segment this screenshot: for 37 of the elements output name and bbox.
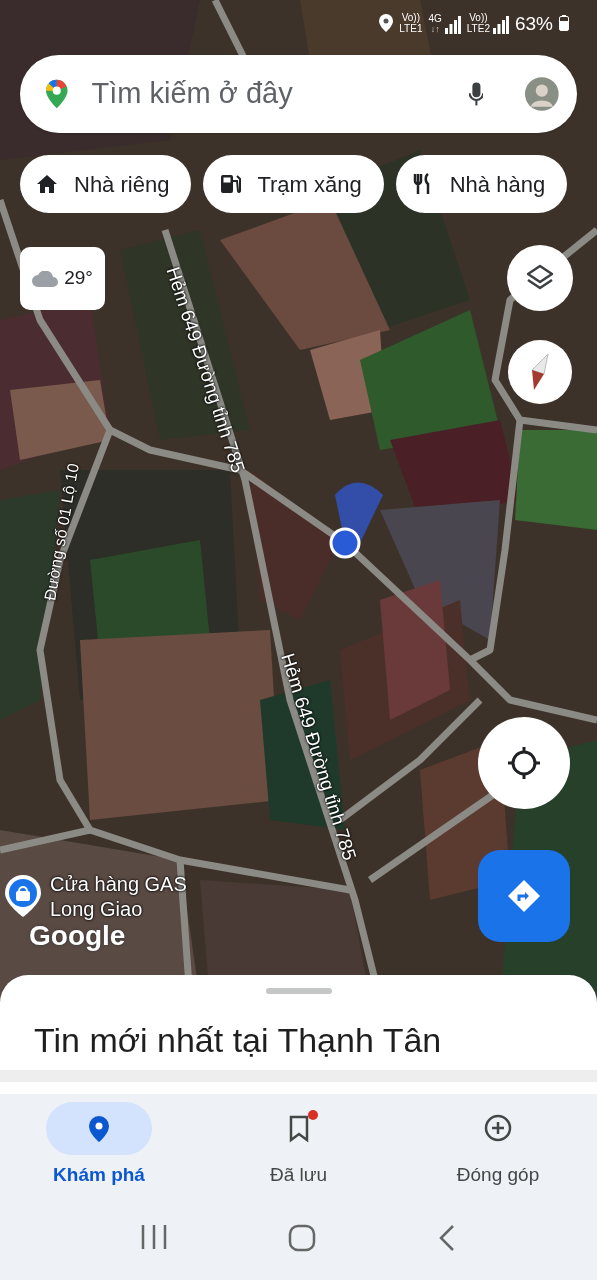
- gas-pump-icon: [219, 173, 242, 195]
- sim-indicator: Vo)) LTE2: [466, 12, 490, 34]
- battery-icon: [559, 15, 569, 31]
- road-label: Hẻm 649 Đường tỉnh 785: [161, 263, 250, 477]
- nav-tab[interactable]: Đã lưu: [223, 1102, 374, 1190]
- road-label: Đường số 01 Lộ 10: [40, 461, 83, 603]
- directions-icon: [507, 879, 541, 913]
- signal-icon: [444, 15, 461, 34]
- crosshair-icon: [506, 745, 542, 781]
- network-indicator: 4G ↓↑: [428, 12, 442, 34]
- location-icon: [379, 14, 394, 32]
- back-icon[interactable]: [438, 1223, 457, 1252]
- map-attribution: Google: [29, 920, 126, 953]
- drag-handle[interactable]: [265, 988, 332, 994]
- directions-button[interactable]: [478, 850, 570, 942]
- plus-circle-icon: [484, 1113, 512, 1144]
- nav-tab[interactable]: Khám phá: [24, 1102, 174, 1190]
- sheet-title: Tin mới nhất tại Thạnh Tân: [34, 1020, 442, 1060]
- place-label[interactable]: Cửa hàng GAS Long Giao: [50, 872, 210, 922]
- battery-level: 63%: [514, 13, 553, 33]
- cloud-icon: [32, 270, 59, 287]
- home-icon: [36, 173, 58, 195]
- search-bar[interactable]: Tìm kiếm ở đây: [20, 55, 577, 133]
- weather-chip[interactable]: 29°: [20, 247, 105, 310]
- bottom-sheet[interactable]: Tin mới nhất tại Thạnh Tân: [0, 975, 597, 1094]
- sim-indicator: Vo)) LTE1: [399, 12, 423, 34]
- category-chip[interactable]: Trạm xăng: [203, 155, 384, 213]
- search-field[interactable]: Tìm kiếm ở đây: [91, 72, 469, 116]
- temperature: 29°: [64, 266, 93, 291]
- recent-apps-icon[interactable]: [140, 1223, 167, 1250]
- road-label: Hẻm 649 Đường tỉnh 785: [276, 649, 362, 865]
- category-chip[interactable]: Nhà hàng: [395, 155, 568, 213]
- signal-icon: [492, 16, 509, 34]
- category-chip[interactable]: Nhà riêng: [20, 155, 192, 213]
- shopping-bag-pin-icon: [5, 875, 41, 917]
- home-icon[interactable]: [288, 1223, 317, 1252]
- nav-tab[interactable]: Đóng góp: [423, 1102, 573, 1190]
